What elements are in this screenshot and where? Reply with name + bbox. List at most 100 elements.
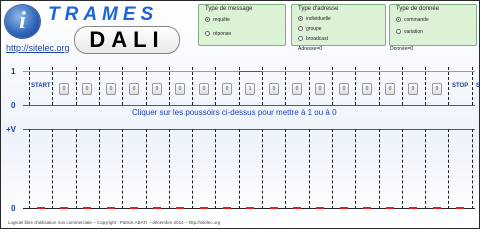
radio-empty-icon [396,29,401,34]
bit-toggle-button-13[interactable]: 0 [362,83,372,95]
radio-reponse[interactable]: réponse [205,31,231,37]
footer-copyright: Logiciel libre d'utilisation non commerc… [8,220,221,225]
bit-toggle-button-4[interactable]: 0 [152,83,162,95]
voltage-slot-divider [99,129,100,209]
bit-toggle-button-12[interactable]: 0 [339,83,349,95]
voltage-slot-divider [402,129,403,209]
slot-divider [52,67,53,105]
voltage-slot-divider [146,129,147,209]
voltage-low-label: 0 [11,204,16,213]
bit-toggle-button-2[interactable]: 0 [106,83,116,95]
voltage-pulse-mark [153,207,161,209]
bit-toggle-button-1[interactable]: 0 [82,83,92,95]
app-window: i TRAMES DALI http://sitelec.org Type de… [0,0,480,229]
voltage-pulse-mark [60,207,68,209]
site-link[interactable]: http://sitelec.org [6,43,70,53]
bit-toggle-button-6[interactable]: 0 [199,83,209,95]
message-type-panel: Type de message requête réponse [198,4,286,46]
slot-divider [169,67,170,105]
voltage-slot-divider [332,129,333,209]
data-type-panel: Type de donnée commande variation [389,4,477,46]
voltage-pulse-mark [176,207,184,209]
slot-divider [99,67,100,105]
bit-toggle-button-14[interactable]: 0 [385,83,395,95]
radio-requete[interactable]: requête [205,17,230,23]
radio-variation[interactable]: variation [396,29,423,35]
logic-low-label: 0 [11,101,16,110]
logic-low-signal [23,105,475,106]
bit-toggle-button-0[interactable]: 0 [59,83,69,95]
address-readout: Adresse=0 [298,46,323,52]
info-icon[interactable]: i [5,5,40,38]
voltage-pulse-mark [223,207,231,209]
voltage-pulse-mark [246,207,254,209]
bit-toggle-button-7[interactable]: 0 [222,83,232,95]
radio-label: broadcast [306,36,328,42]
voltage-slot-divider [355,129,356,209]
voltage-slot-divider [76,129,77,209]
voltage-high-signal [23,129,475,130]
slot-divider [448,67,449,105]
radio-selected-icon [298,16,303,21]
message-type-title: Type de message [205,6,253,12]
slot-divider [309,67,310,105]
voltage-slot-divider [169,129,170,209]
radio-broadcast[interactable]: broadcast [298,36,328,42]
voltage-high-label: +V [6,125,17,134]
radio-empty-icon [205,31,210,36]
logic-high-label: 1 [11,67,16,76]
voltage-slot-divider [29,129,30,209]
voltage-slot-divider [215,129,216,209]
slot-divider [122,67,123,105]
voltage-pulse-mark [83,207,91,209]
voltage-pulse-mark [409,207,417,209]
address-type-panel: Type d'adresse individuelle groupe broad… [291,4,386,46]
radio-groupe[interactable]: groupe [298,26,322,32]
voltage-pulse-mark [37,207,45,209]
radio-label: commande [404,17,429,23]
stop-bit-label-0: STOP [452,83,469,89]
voltage-pulse-mark [456,207,464,209]
voltage-pulse-mark [363,207,371,209]
data-readout: Donnée=0 [390,46,414,52]
stop-bit-label-1: STOP [476,83,480,89]
slot-divider [146,67,147,105]
bit-toggle-button-16[interactable]: 0 [432,83,442,95]
voltage-slot-divider [122,129,123,209]
voltage-pulse-mark [316,207,324,209]
radio-label: groupe [306,26,322,32]
logic-high-segment [239,71,262,72]
radio-individuelle[interactable]: individuelle [298,16,331,22]
slot-divider [192,67,193,105]
voltage-pulse-mark [293,207,301,209]
title-dali: DALI [74,26,180,54]
bit-toggle-button-5[interactable]: 0 [175,83,185,95]
bit-toggle-button-15[interactable]: 0 [408,83,418,95]
slot-divider [76,67,77,105]
start-bit-label: START [31,83,51,89]
bit-toggle-button-11[interactable]: 0 [315,83,325,95]
slot-divider [402,67,403,105]
slot-divider [379,67,380,105]
bit-toggle-button-9[interactable]: 0 [269,83,279,95]
voltage-slot-divider [379,129,380,209]
radio-commande[interactable]: commande [396,17,429,23]
bit-toggle-button-3[interactable]: 0 [129,83,139,95]
radio-selected-icon [205,17,210,22]
slot-divider [425,67,426,105]
voltage-slot-divider [262,129,263,209]
title-trames: TRAMES [48,4,159,25]
bit-toggle-button-8[interactable]: 1 [245,83,255,95]
slot-divider [285,67,286,105]
address-type-title: Type d'adresse [298,6,339,12]
slot-divider [262,67,263,105]
voltage-slot-divider [472,129,473,209]
bit-toggle-button-10[interactable]: 0 [292,83,302,95]
voltage-slot-divider [448,129,449,209]
radio-empty-icon [298,26,303,31]
slot-divider [29,67,30,105]
slot-divider [215,67,216,105]
voltage-slot-divider [52,129,53,209]
voltage-pulse-mark [200,207,208,209]
slot-divider [332,67,333,105]
